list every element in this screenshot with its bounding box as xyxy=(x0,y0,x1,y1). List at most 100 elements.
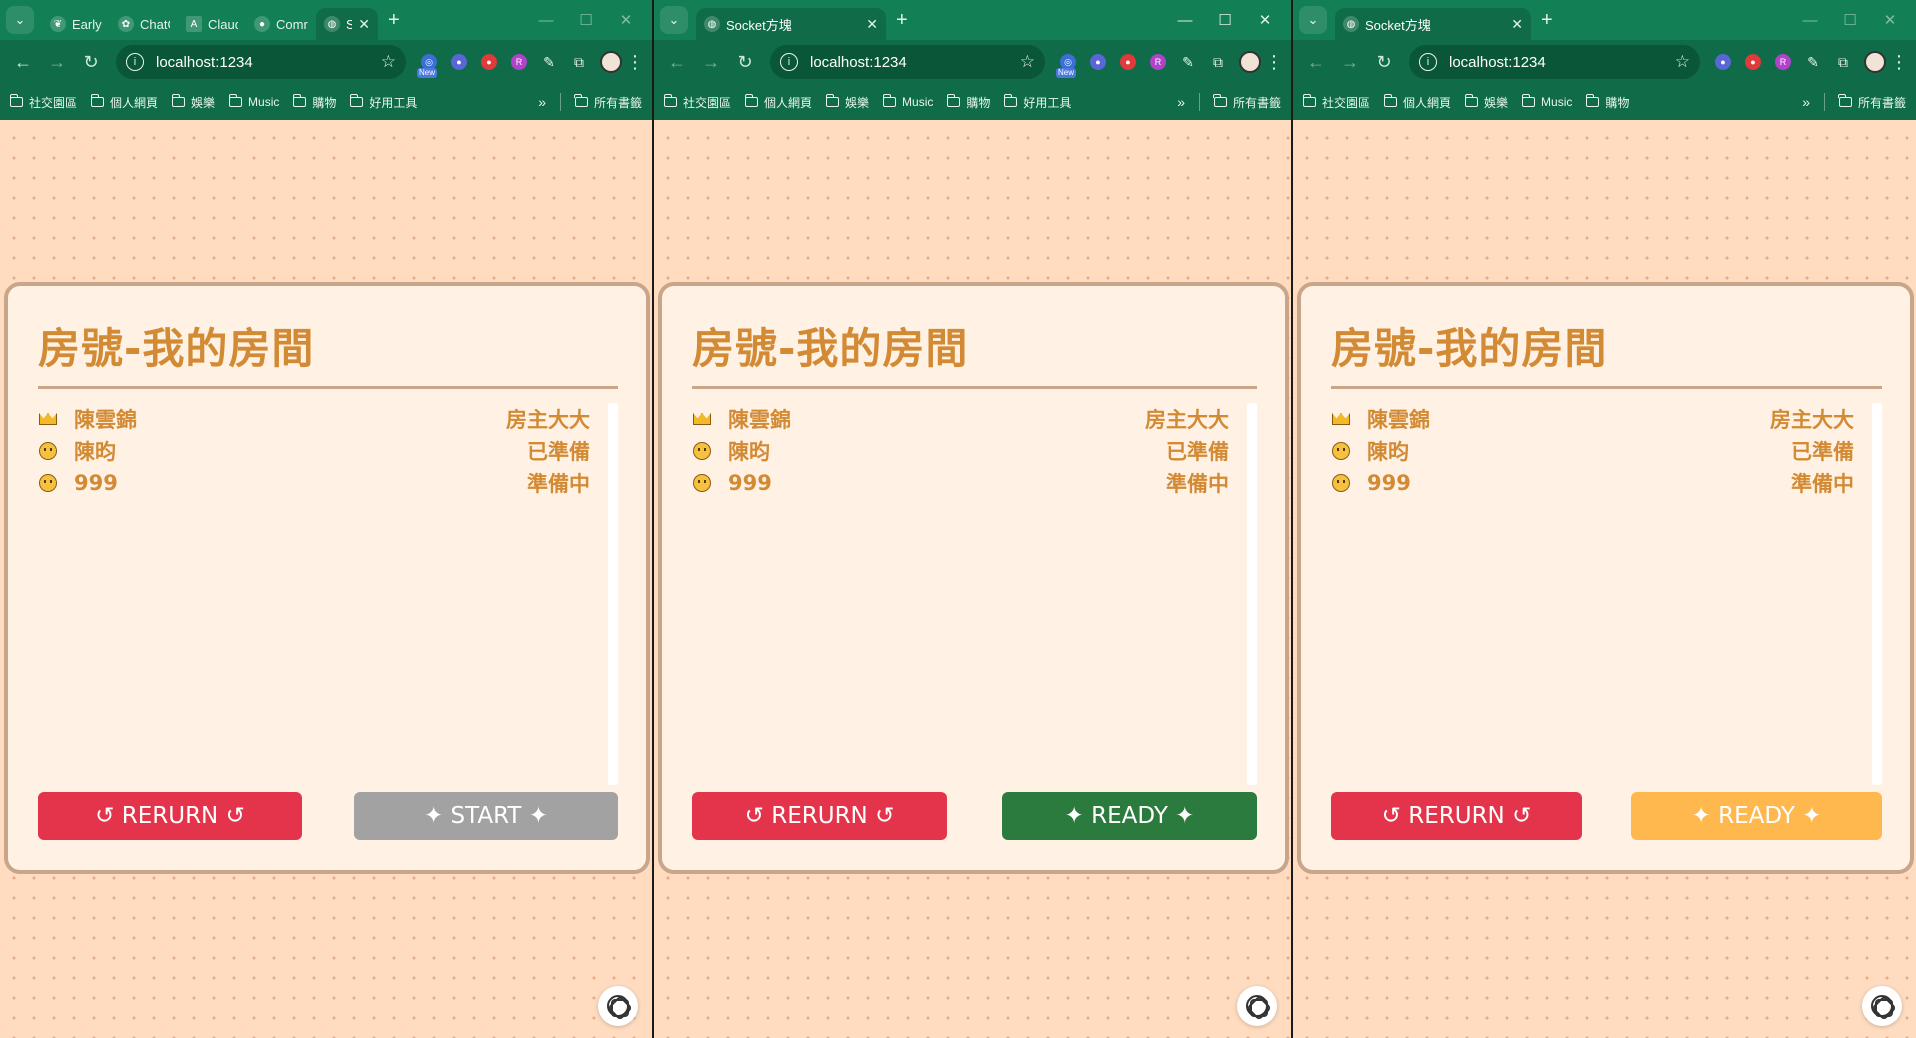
scrollbar[interactable] xyxy=(1247,403,1257,785)
tab[interactable]: A Claud xyxy=(178,8,246,40)
rerun-button[interactable]: ↺ RERURN ↺ xyxy=(38,792,302,840)
extensions-puzzle-icon[interactable]: ⧉ xyxy=(1205,49,1231,75)
ready-button[interactable]: ✦ READY ✦ xyxy=(1002,792,1257,840)
more-bookmarks-icon[interactable]: » xyxy=(1802,94,1810,110)
back-arrow-icon[interactable]: ← xyxy=(1301,47,1331,77)
chatgpt-floating-button[interactable] xyxy=(1862,986,1902,1026)
purple-extension-icon[interactable]: R xyxy=(506,49,532,75)
tab-search-button[interactable]: ⌄ xyxy=(1299,6,1327,34)
new-tab-button[interactable]: + xyxy=(388,9,400,32)
new-tab-button[interactable]: + xyxy=(1541,9,1553,32)
extensions-puzzle-icon[interactable]: ⧉ xyxy=(566,49,592,75)
purple-extension-icon[interactable]: R xyxy=(1145,49,1171,75)
more-bookmarks-icon[interactable]: » xyxy=(1177,94,1185,110)
tab-active[interactable]: ◍ So ✕ xyxy=(316,8,378,40)
bookmark-folder[interactable]: 社交園區 xyxy=(9,94,77,111)
start-button[interactable]: ✦ START ✦ xyxy=(354,792,618,840)
minimize-icon[interactable]: — xyxy=(1790,12,1830,29)
chatgpt-floating-button[interactable] xyxy=(598,986,638,1026)
bookmark-folder[interactable]: 個人網頁 xyxy=(1383,94,1451,111)
close-window-icon[interactable]: ✕ xyxy=(606,11,646,29)
more-menu-icon[interactable]: ⋮ xyxy=(626,52,644,73)
tab-active[interactable]: ◍ Socket方塊 ✕ xyxy=(696,8,886,40)
site-info-icon[interactable]: i xyxy=(1419,53,1437,71)
chatgpt-floating-button[interactable] xyxy=(1237,986,1277,1026)
tab-search-button[interactable]: ⌄ xyxy=(6,6,34,34)
bookmark-folder[interactable]: 購物 xyxy=(946,94,990,111)
close-tab-icon[interactable]: ✕ xyxy=(352,16,370,33)
forward-arrow-icon[interactable]: → xyxy=(1335,47,1365,77)
close-tab-icon[interactable]: ✕ xyxy=(860,16,878,33)
scrollbar[interactable] xyxy=(1872,403,1882,785)
rerun-button[interactable]: ↺ RERURN ↺ xyxy=(1331,792,1582,840)
bookmark-folder[interactable]: 娛樂 xyxy=(171,94,215,111)
address-bar[interactable]: i localhost:1234 ☆ xyxy=(1409,45,1700,79)
scrollbar[interactable] xyxy=(608,403,618,785)
extensions-puzzle-icon[interactable]: ⧉ xyxy=(1830,49,1856,75)
red-extension-icon[interactable]: ● xyxy=(1115,49,1141,75)
bookmark-folder[interactable]: 購物 xyxy=(292,94,336,111)
forward-arrow-icon[interactable]: → xyxy=(696,47,726,77)
brush-extension-icon[interactable]: ✎ xyxy=(1175,49,1201,75)
back-arrow-icon[interactable]: ← xyxy=(662,47,692,77)
profile-avatar[interactable] xyxy=(1864,51,1886,73)
tab-active[interactable]: ◍ Socket方塊 ✕ xyxy=(1335,8,1531,40)
more-menu-icon[interactable]: ⋮ xyxy=(1890,52,1908,73)
maximize-icon[interactable]: ☐ xyxy=(566,11,606,29)
more-menu-icon[interactable]: ⋮ xyxy=(1265,52,1283,73)
bookmark-folder[interactable]: 娛樂 xyxy=(1464,94,1508,111)
tab[interactable]: ❦ EarlyB xyxy=(42,8,110,40)
reload-icon[interactable]: ↻ xyxy=(76,47,106,77)
ready-button[interactable]: ✦ READY ✦ xyxy=(1631,792,1882,840)
site-info-icon[interactable]: i xyxy=(780,53,798,71)
bookmark-folder[interactable]: 個人網頁 xyxy=(90,94,158,111)
all-bookmarks-folder[interactable]: 所有書籤 xyxy=(1213,94,1281,111)
new-extension-icon[interactable]: ◎ New xyxy=(1055,49,1081,78)
bookmark-folder[interactable]: Music xyxy=(1521,94,1572,109)
ghost-extension-icon[interactable]: ● xyxy=(1710,49,1736,75)
bookmark-star-icon[interactable]: ☆ xyxy=(1675,52,1690,72)
tab-search-button[interactable]: ⌄ xyxy=(660,6,688,34)
bookmark-folder[interactable]: Music xyxy=(228,94,279,109)
forward-arrow-icon[interactable]: → xyxy=(42,47,72,77)
maximize-icon[interactable]: ☐ xyxy=(1205,11,1245,29)
bookmark-folder[interactable]: 社交園區 xyxy=(1302,94,1370,111)
ghost-extension-icon[interactable]: ● xyxy=(1085,49,1111,75)
tab[interactable]: ● Comr xyxy=(246,8,316,40)
red-extension-icon[interactable]: ● xyxy=(476,49,502,75)
profile-avatar[interactable] xyxy=(600,51,622,73)
brush-extension-icon[interactable]: ✎ xyxy=(536,49,562,75)
minimize-icon[interactable]: — xyxy=(526,12,566,29)
reload-icon[interactable]: ↻ xyxy=(730,47,760,77)
address-bar[interactable]: i localhost:1234 ☆ xyxy=(770,45,1045,79)
close-tab-icon[interactable]: ✕ xyxy=(1505,16,1523,33)
profile-avatar[interactable] xyxy=(1239,51,1261,73)
rerun-button[interactable]: ↺ RERURN ↺ xyxy=(692,792,947,840)
site-info-icon[interactable]: i xyxy=(126,53,144,71)
red-extension-icon[interactable]: ● xyxy=(1740,49,1766,75)
close-window-icon[interactable]: ✕ xyxy=(1245,11,1285,29)
all-bookmarks-folder[interactable]: 所有書籤 xyxy=(574,94,642,111)
close-window-icon[interactable]: ✕ xyxy=(1870,11,1910,29)
bookmark-star-icon[interactable]: ☆ xyxy=(1020,52,1035,72)
bookmark-star-icon[interactable]: ☆ xyxy=(381,52,396,72)
bookmark-folder[interactable]: 購物 xyxy=(1585,94,1629,111)
bookmark-folder[interactable]: 好用工具 xyxy=(1003,94,1071,111)
new-tab-button[interactable]: + xyxy=(896,9,908,32)
tab[interactable]: ✿ ChatG xyxy=(110,8,178,40)
new-extension-icon[interactable]: ◎ New xyxy=(416,49,442,78)
all-bookmarks-folder[interactable]: 所有書籤 xyxy=(1838,94,1906,111)
bookmark-folder[interactable]: Music xyxy=(882,94,933,109)
ghost-extension-icon[interactable]: ● xyxy=(446,49,472,75)
bookmark-folder[interactable]: 好用工具 xyxy=(349,94,417,111)
bookmark-folder[interactable]: 娛樂 xyxy=(825,94,869,111)
purple-extension-icon[interactable]: R xyxy=(1770,49,1796,75)
maximize-icon[interactable]: ☐ xyxy=(1830,11,1870,29)
brush-extension-icon[interactable]: ✎ xyxy=(1800,49,1826,75)
minimize-icon[interactable]: — xyxy=(1165,12,1205,29)
bookmark-folder[interactable]: 個人網頁 xyxy=(744,94,812,111)
back-arrow-icon[interactable]: ← xyxy=(8,47,38,77)
reload-icon[interactable]: ↻ xyxy=(1369,47,1399,77)
more-bookmarks-icon[interactable]: » xyxy=(538,94,546,110)
bookmark-folder[interactable]: 社交園區 xyxy=(663,94,731,111)
